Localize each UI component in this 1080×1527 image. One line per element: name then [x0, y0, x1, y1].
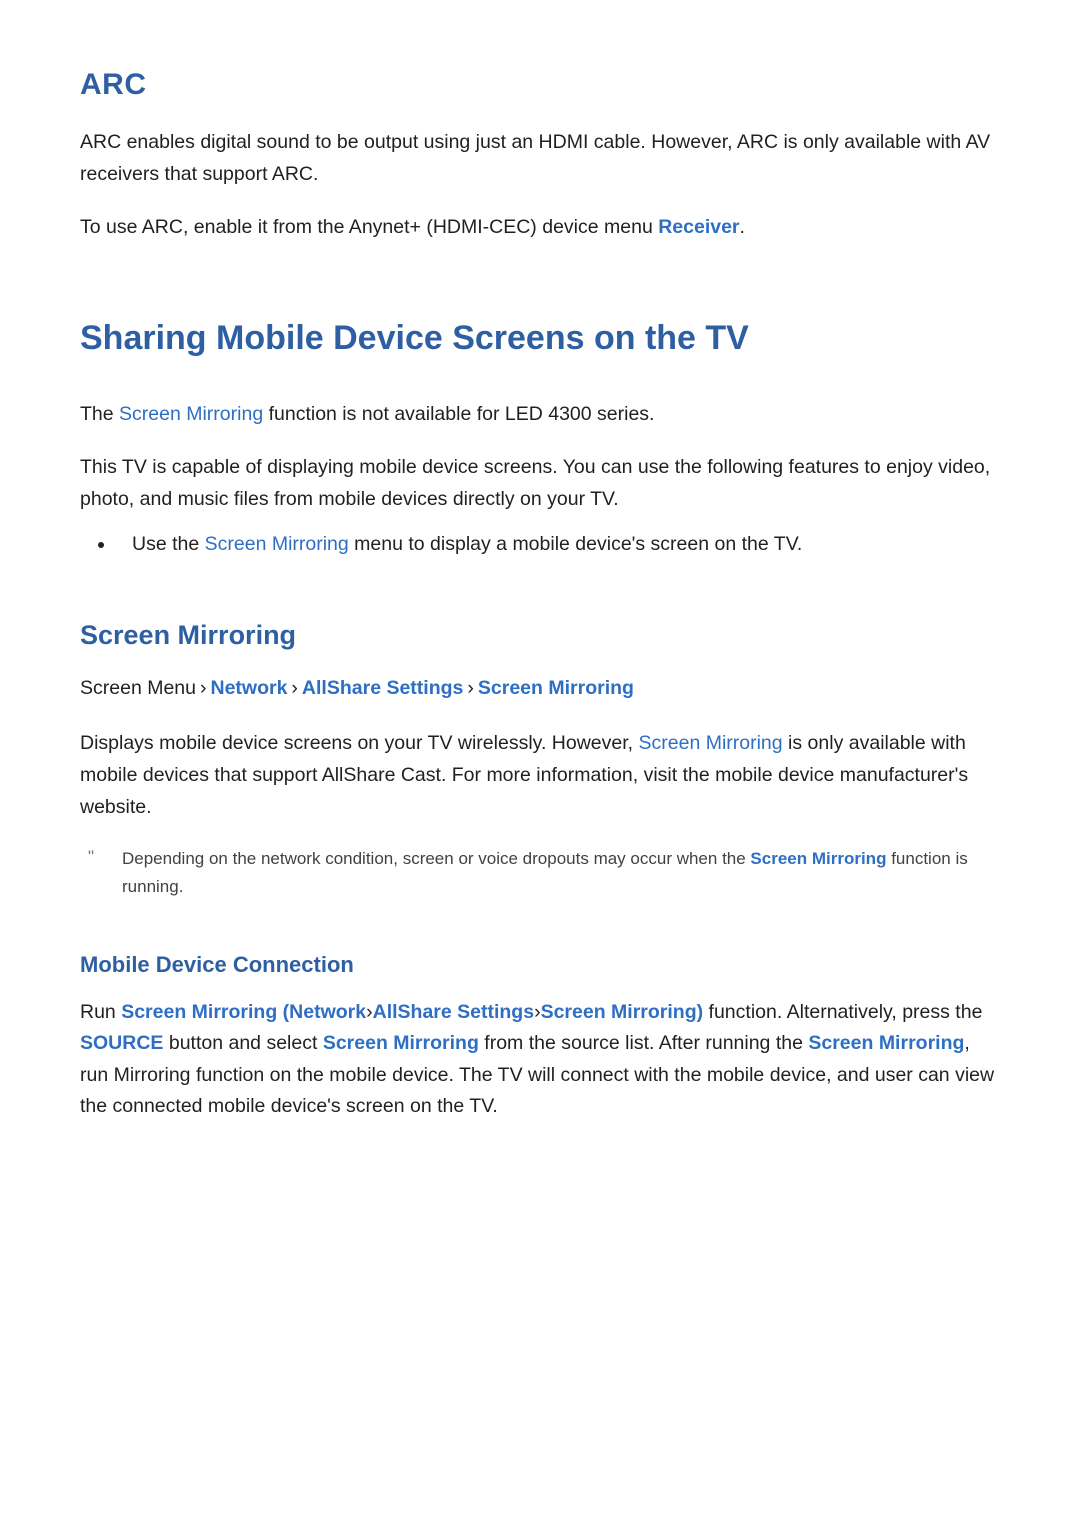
- chevron-right-icon-3: ›: [467, 677, 474, 700]
- section-heading-mobile-device-connection: Mobile Device Connection: [80, 952, 354, 978]
- note-network-condition: " Depending on the network condition, scr…: [80, 845, 1000, 900]
- sharing-paragraph-1-text-b: function is not available for LED 4300 s…: [263, 402, 655, 425]
- bullet-text-a: Use the: [132, 533, 205, 556]
- breadcrumb-item-screen-mirroring[interactable]: Screen Mirroring: [478, 677, 634, 699]
- breadcrumb: Screen Menu › Network › AllShare Settings › Sc…: [80, 673, 1000, 704]
- breadcrumb-root: Screen Menu: [80, 677, 196, 700]
- link-allshare-settings[interactable]: AllShare Settings: [373, 1001, 534, 1023]
- mobile-device-connection-paragraph: Run Screen Mirroring (Network›AllShare S…: [80, 997, 1000, 1123]
- link-receiver[interactable]: Receiver: [658, 216, 739, 238]
- breadcrumb-item-network[interactable]: Network: [210, 677, 287, 699]
- mdc-paren-open: (: [277, 1000, 290, 1023]
- link-network[interactable]: Network: [289, 1001, 366, 1023]
- link-source-button[interactable]: SOURCE: [80, 1032, 163, 1054]
- link-screen-mirroring-menu[interactable]: Screen Mirroring: [205, 533, 349, 555]
- chevron-right-icon-1: ›: [199, 677, 207, 700]
- note-text-a: Depending on the network condition, scre…: [122, 849, 751, 869]
- list-item: Use the Screen Mirroring menu to display…: [80, 529, 1000, 561]
- document-page: ARC ARC enables digital sound to be outp…: [0, 0, 1080, 1527]
- mdc-text-mid-1: function. Alternatively, press the: [703, 1000, 983, 1023]
- link-screen-mirroring-intro[interactable]: Screen Mirroring: [119, 403, 263, 425]
- mdc-text-mid-3: from the source list. After running the: [478, 1032, 809, 1055]
- breadcrumb-item-allshare-settings[interactable]: AllShare Settings: [302, 677, 463, 699]
- sharing-paragraph-1-text-a: The: [80, 402, 120, 425]
- arc-paragraph-2-text-b: .: [739, 216, 745, 239]
- section-heading-arc: ARC: [80, 68, 147, 101]
- bullet-text-b: menu to display a mobile device's screen…: [348, 533, 803, 556]
- link-screen-mirroring-source[interactable]: Screen Mirroring: [323, 1032, 479, 1054]
- link-screen-mirroring-after[interactable]: Screen Mirroring: [808, 1032, 964, 1054]
- link-screen-mirroring-run[interactable]: Screen Mirroring: [121, 1001, 277, 1023]
- sharing-paragraph-2: This TV is capable of displaying mobile …: [80, 452, 1000, 515]
- mdc-text-run: Run: [80, 1000, 122, 1023]
- chevron-right-icon-2: ›: [291, 677, 298, 700]
- arc-paragraph-1: ARC enables digital sound to be output u…: [80, 127, 1000, 190]
- screen-mirroring-text-a: Displays mobile device screens on your T…: [80, 732, 639, 755]
- mdc-text-mid-2: button and select: [163, 1032, 323, 1055]
- link-screen-mirroring-note[interactable]: Screen Mirroring: [750, 849, 886, 868]
- page-title: Sharing Mobile Device Screens on the TV: [80, 318, 749, 357]
- sharing-paragraph-1: The Screen Mirroring function is not ava…: [80, 399, 1000, 431]
- link-screen-mirroring-path[interactable]: Screen Mirroring: [541, 1001, 697, 1023]
- arc-paragraph-2: To use ARC, enable it from the Anynet+ (…: [80, 212, 1000, 244]
- link-screen-mirroring-desc[interactable]: Screen Mirroring: [639, 732, 783, 754]
- note-marker-icon: ": [88, 847, 95, 867]
- arc-paragraph-1-text: ARC enables digital sound to be output u…: [80, 131, 991, 185]
- sharing-paragraph-2-text: This TV is capable of displaying mobile …: [80, 456, 991, 510]
- screen-mirroring-paragraph: Displays mobile device screens on your T…: [80, 728, 1000, 823]
- section-heading-screen-mirroring: Screen Mirroring: [80, 619, 297, 650]
- arc-paragraph-2-text-a: To use ARC, enable it from the Anynet+ (…: [80, 216, 659, 239]
- sharing-feature-list: Use the Screen Mirroring menu to display…: [80, 529, 1000, 561]
